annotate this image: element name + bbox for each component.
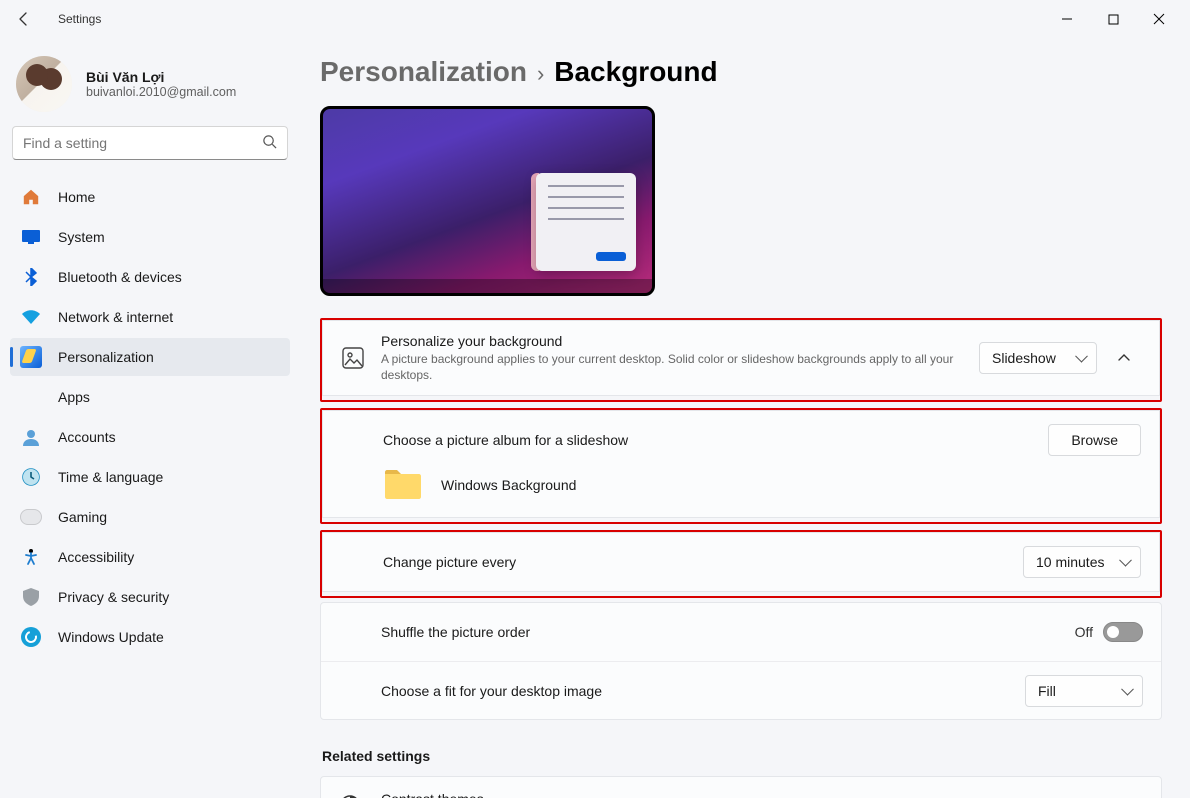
accessibility-icon (20, 546, 42, 568)
desktop-preview (320, 106, 655, 296)
nav-update[interactable]: Windows Update (10, 618, 290, 656)
profile-block[interactable]: Bùi Văn Lợi buivanloi.2010@gmail.com (10, 48, 290, 126)
wifi-icon (20, 306, 42, 328)
nav-accessibility[interactable]: Accessibility (10, 538, 290, 576)
breadcrumb-separator: › (537, 61, 544, 87)
setting-title: Change picture every (383, 554, 1007, 570)
setting-personalize-background[interactable]: Personalize your background A picture ba… (323, 321, 1159, 395)
avatar (16, 56, 72, 112)
nav-label: Bluetooth & devices (58, 269, 182, 285)
shield-icon (20, 586, 42, 608)
search-icon (262, 134, 277, 152)
minimize-button[interactable] (1044, 3, 1090, 35)
toggle-state-label: Off (1075, 624, 1093, 640)
contrast-icon (339, 794, 363, 798)
highlight-box: Personalize your background A picture ba… (320, 318, 1162, 402)
content-area: Personalization › Background Personalize… (300, 38, 1190, 798)
personalization-icon (20, 346, 42, 368)
update-icon (20, 626, 42, 648)
chevron-up-icon (1117, 351, 1131, 365)
album-name: Windows Background (441, 477, 576, 493)
search-input[interactable] (23, 135, 262, 151)
nav-time[interactable]: Time & language (10, 458, 290, 496)
picture-icon (341, 346, 365, 370)
setting-title: Shuffle the picture order (381, 624, 1059, 640)
search-box[interactable] (12, 126, 288, 160)
dropdown-value: Slideshow (992, 350, 1056, 366)
close-icon (1153, 13, 1165, 25)
minimize-icon (1061, 13, 1073, 25)
maximize-button[interactable] (1090, 3, 1136, 35)
nav-label: Personalization (58, 349, 154, 365)
gaming-icon (20, 506, 42, 528)
breadcrumb-current: Background (554, 56, 717, 88)
home-icon (20, 186, 42, 208)
nav-label: Network & internet (58, 309, 173, 325)
setting-group: Shuffle the picture order Off Choose a f… (320, 602, 1162, 720)
clock-icon (20, 466, 42, 488)
background-type-dropdown[interactable]: Slideshow (979, 342, 1097, 374)
bluetooth-icon (20, 266, 42, 288)
nav-system[interactable]: System (10, 218, 290, 256)
dropdown-value: 10 minutes (1036, 554, 1104, 570)
highlight-box: Change picture every 10 minutes (320, 530, 1162, 598)
change-interval-dropdown[interactable]: 10 minutes (1023, 546, 1141, 578)
app-title: Settings (58, 12, 101, 26)
setting-fit: Choose a fit for your desktop image Fill (321, 661, 1161, 719)
arrow-left-icon (16, 11, 32, 27)
nav-label: Privacy & security (58, 589, 169, 605)
maximize-icon (1108, 14, 1119, 25)
shuffle-toggle[interactable] (1103, 622, 1143, 642)
window-controls (1044, 3, 1182, 35)
nav-label: Windows Update (58, 629, 164, 645)
browse-button[interactable]: Browse (1048, 424, 1141, 456)
title-bar: Settings (0, 0, 1190, 38)
accounts-icon (20, 426, 42, 448)
nav-label: Apps (58, 389, 90, 405)
nav-label: Accounts (58, 429, 116, 445)
folder-icon (383, 469, 423, 501)
user-email: buivanloi.2010@gmail.com (86, 85, 236, 99)
highlight-box: Choose a picture album for a slideshow B… (320, 408, 1162, 524)
nav-label: Accessibility (58, 549, 134, 565)
setting-title: Choose a picture album for a slideshow (383, 432, 1032, 448)
dropdown-value: Fill (1038, 683, 1056, 699)
nav-label: System (58, 229, 105, 245)
setting-title: Choose a fit for your desktop image (381, 683, 1009, 699)
nav-personalization[interactable]: Personalization (10, 338, 290, 376)
nav-bluetooth[interactable]: Bluetooth & devices (10, 258, 290, 296)
nav-label: Home (58, 189, 95, 205)
system-icon (20, 226, 42, 248)
nav-label: Gaming (58, 509, 107, 525)
apps-icon (20, 386, 42, 408)
collapse-button[interactable] (1107, 341, 1141, 375)
setting-title: Personalize your background (381, 333, 963, 349)
nav-privacy[interactable]: Privacy & security (10, 578, 290, 616)
nav-gaming[interactable]: Gaming (10, 498, 290, 536)
setting-shuffle: Shuffle the picture order Off (321, 603, 1161, 661)
nav-network[interactable]: Network & internet (10, 298, 290, 336)
album-folder-row[interactable]: Windows Background (323, 469, 1159, 517)
nav-list: Home System Bluetooth & devices Network … (10, 178, 290, 656)
nav-home[interactable]: Home (10, 178, 290, 216)
related-title: Contrast themes (381, 791, 609, 798)
setting-change-interval: Change picture every 10 minutes (323, 533, 1159, 591)
sidebar: Bùi Văn Lợi buivanloi.2010@gmail.com Hom… (0, 38, 300, 798)
nav-apps[interactable]: Apps (10, 378, 290, 416)
nav-accounts[interactable]: Accounts (10, 418, 290, 456)
breadcrumb: Personalization › Background (320, 56, 1162, 88)
nav-label: Time & language (58, 469, 163, 485)
breadcrumb-parent[interactable]: Personalization (320, 56, 527, 88)
back-button[interactable] (8, 3, 40, 35)
related-contrast-themes[interactable]: Contrast themes Color themes for low vis… (320, 776, 1162, 798)
setting-slideshow-album: Choose a picture album for a slideshow B… (323, 411, 1159, 469)
user-name: Bùi Văn Lợi (86, 69, 236, 85)
fit-dropdown[interactable]: Fill (1025, 675, 1143, 707)
close-button[interactable] (1136, 3, 1182, 35)
setting-description: A picture background applies to your cur… (381, 351, 963, 383)
related-heading: Related settings (322, 748, 1162, 764)
